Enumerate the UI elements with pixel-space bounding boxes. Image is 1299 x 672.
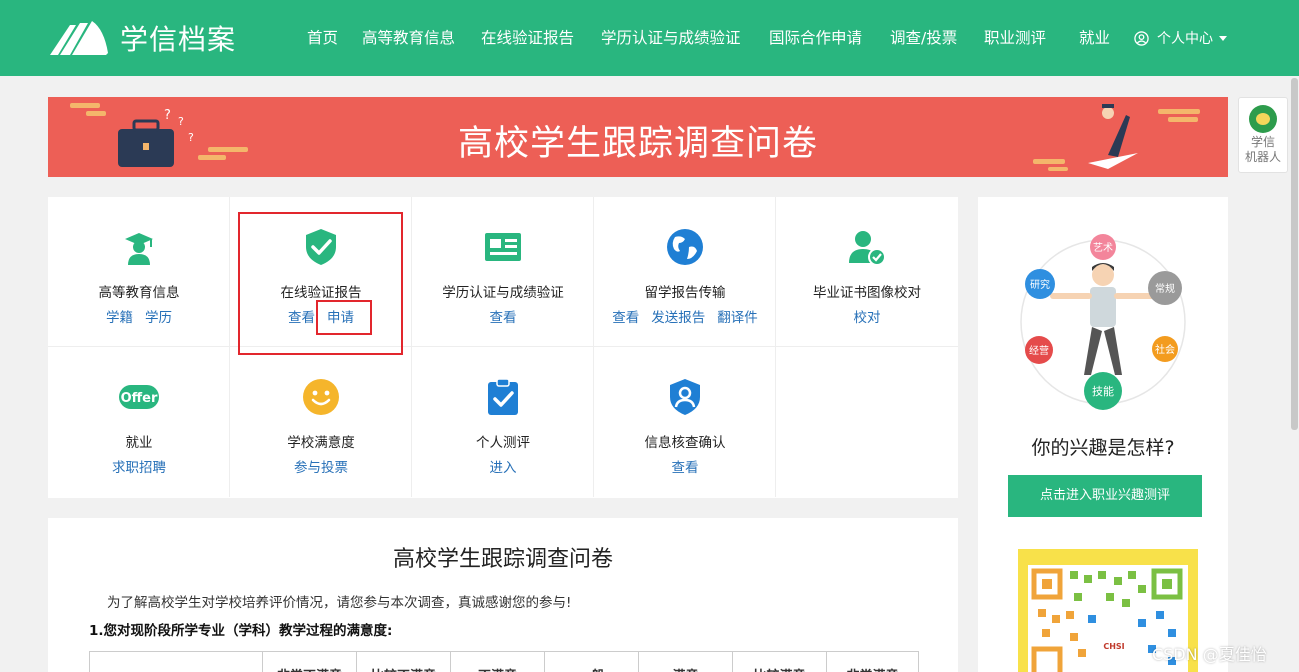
user-center-menu[interactable]: 个人中心 bbox=[1134, 28, 1227, 48]
graduate-icon bbox=[125, 233, 153, 265]
robot-label-2: 机器人 bbox=[1244, 150, 1281, 164]
interest-question: 你的兴趣是怎样? bbox=[1031, 437, 1175, 459]
service-school-satisfaction: 学校满意度 参与投票 bbox=[230, 347, 412, 497]
link-view-certification[interactable]: 查看 bbox=[490, 310, 517, 326]
svg-text:CHSI: CHSI bbox=[1103, 642, 1124, 651]
chevron-down-icon bbox=[1219, 35, 1227, 41]
satisfaction-table: 非常不满意 比较不满意 不满意 一般 满意 比较满意 非常满意 bbox=[89, 651, 919, 672]
banner-title: 高校学生跟踪调查问卷 bbox=[457, 124, 818, 164]
smiley-icon bbox=[303, 379, 339, 415]
interest-wheel-illustration: 艺术 研究 常规 经营 社会 技能 bbox=[1020, 234, 1186, 410]
service-certificate-image-check: 毕业证书图像校对 校对 bbox=[776, 197, 958, 347]
robot-avatar-icon bbox=[1249, 105, 1277, 133]
svg-text:社会: 社会 bbox=[1155, 343, 1175, 356]
service-title: 高等教育信息 bbox=[98, 285, 180, 301]
service-title: 毕业证书图像校对 bbox=[813, 285, 921, 301]
nav-employment[interactable]: 就业 bbox=[1079, 27, 1110, 49]
service-info-verification: 信息核查确认 查看 bbox=[594, 347, 776, 497]
link-enter-assessment[interactable]: 进入 bbox=[490, 460, 517, 476]
survey-banner[interactable]: ? ? ? 高校学生跟踪调查问卷 bbox=[48, 97, 1228, 177]
nav-higher-education-info[interactable]: 高等教育信息 bbox=[362, 27, 455, 49]
nav-international-cooperation[interactable]: 国际合作申请 bbox=[769, 27, 862, 49]
link-view-verification[interactable]: 查看 bbox=[672, 460, 699, 476]
user-shield-icon bbox=[670, 379, 700, 415]
svg-text:技能: 技能 bbox=[1092, 384, 1114, 398]
service-employment: Offer 就业 求职招聘 bbox=[48, 347, 230, 497]
clipboard-check-icon bbox=[488, 378, 518, 415]
scrollbar-thumb[interactable] bbox=[1291, 78, 1298, 430]
services-grid: 高等教育信息 学籍 学历 在线验证报告 查看 申请 学历认证与成绩验证 查看 留… bbox=[48, 197, 958, 498]
globe-icon bbox=[667, 229, 703, 265]
service-higher-education-info: 高等教育信息 学籍 学历 bbox=[48, 197, 230, 347]
interest-test-card: 艺术 研究 常规 经营 社会 技能 你的兴趣是怎样? 点击进入职业兴趣测评 CH… bbox=[978, 197, 1228, 672]
svg-text:常规: 常规 bbox=[1155, 282, 1175, 295]
link-job-seeking[interactable]: 求职招聘 bbox=[112, 460, 166, 476]
svg-text:艺术: 艺术 bbox=[1093, 242, 1113, 254]
svg-text:Offer: Offer bbox=[121, 391, 158, 406]
nav-degree-certification[interactable]: 学历认证与成绩验证 bbox=[601, 27, 741, 49]
column-header: 比较不满意 bbox=[356, 652, 450, 672]
user-center-label: 个人中心 bbox=[1157, 31, 1213, 47]
service-study-abroad-report: 留学报告传输 查看 发送报告 翻译件 bbox=[594, 197, 776, 347]
tag-enterprising: 经营 bbox=[1025, 336, 1053, 364]
service-personal-assessment: 个人测评 进入 bbox=[412, 347, 594, 497]
nav-home[interactable]: 首页 bbox=[307, 27, 338, 49]
nav-survey-vote[interactable]: 调查/投票 bbox=[890, 27, 957, 49]
link-proofread[interactable]: 校对 bbox=[854, 310, 881, 326]
robot-label-1: 学信 bbox=[1250, 135, 1275, 149]
survey-intro: 为了解高校学生对学校培养评价情况，请您参与本次调查，真诚感谢您的参与! bbox=[107, 595, 572, 611]
service-title: 留学报告传输 bbox=[644, 285, 726, 301]
svg-text:研究: 研究 bbox=[1030, 278, 1050, 291]
column-header: 比较满意 bbox=[732, 652, 826, 672]
assistant-robot-button[interactable]: 学信 机器人 bbox=[1238, 97, 1288, 173]
service-title: 学历认证与成绩验证 bbox=[442, 285, 564, 301]
column-header: 一般 bbox=[544, 652, 638, 672]
survey-section: 高校学生跟踪调查问卷 为了解高校学生对学校培养评价情况，请您参与本次调查，真诚感… bbox=[48, 518, 958, 672]
link-student-status[interactable]: 学籍 bbox=[106, 310, 133, 326]
nav-career-assessment[interactable]: 职业测评 bbox=[984, 27, 1046, 49]
tag-realistic: 技能 bbox=[1084, 372, 1122, 410]
service-title: 学校满意度 bbox=[287, 435, 355, 451]
link-view-abroad[interactable]: 查看 bbox=[612, 310, 639, 326]
highlight-box-apply bbox=[316, 300, 372, 335]
csdn-watermark: CSDN @夏佳怡 bbox=[1152, 645, 1267, 664]
nav-online-verification-report[interactable]: 在线验证报告 bbox=[481, 27, 574, 49]
service-title: 信息核查确认 bbox=[644, 435, 726, 451]
link-send-report[interactable]: 发送报告 bbox=[651, 310, 705, 326]
survey-title: 高校学生跟踪调查问卷 bbox=[392, 547, 613, 572]
offer-icon: Offer bbox=[119, 385, 159, 409]
tag-conventional: 常规 bbox=[1148, 271, 1182, 305]
tag-art: 艺术 bbox=[1090, 234, 1116, 260]
user-circle-icon bbox=[1134, 30, 1149, 46]
service-empty-cell bbox=[776, 347, 958, 497]
career-interest-test-button[interactable]: 点击进入职业兴趣测评 bbox=[1008, 475, 1202, 517]
link-vote[interactable]: 参与投票 bbox=[294, 460, 348, 476]
user-check-icon bbox=[849, 231, 886, 266]
certificate-card-icon bbox=[485, 233, 521, 261]
tag-social: 社会 bbox=[1152, 336, 1178, 362]
top-header: 学信档案 首页 高等教育信息 在线验证报告 学历认证与成绩验证 国际合作申请 调… bbox=[0, 0, 1299, 76]
service-degree-certification: 学历认证与成绩验证 查看 bbox=[412, 197, 594, 347]
svg-text:经营: 经营 bbox=[1029, 344, 1049, 357]
column-header: 非常满意 bbox=[826, 652, 918, 672]
service-title: 个人测评 bbox=[476, 435, 530, 451]
column-header: 非常不满意 bbox=[262, 652, 356, 672]
survey-question-1: 1.您对现阶段所学专业（学科）教学过程的满意度: bbox=[89, 623, 393, 639]
main-nav: 首页 高等教育信息 在线验证报告 学历认证与成绩验证 国际合作申请 调查/投票 … bbox=[0, 0, 1299, 76]
service-title: 就业 bbox=[125, 435, 153, 451]
column-header: 满意 bbox=[638, 652, 732, 672]
link-degree[interactable]: 学历 bbox=[145, 310, 172, 326]
column-header: 不满意 bbox=[450, 652, 544, 672]
tag-research: 研究 bbox=[1025, 269, 1055, 299]
link-translation[interactable]: 翻译件 bbox=[717, 310, 758, 326]
